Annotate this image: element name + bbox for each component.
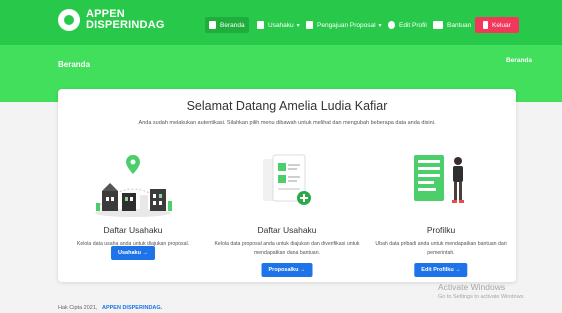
welcome-intro: Anda sudah melakukan autentikasi. Silahk… — [138, 120, 436, 126]
chevron-down-icon: ▾ — [296, 22, 300, 29]
brand-name: APPEN DISPERINDAG — [86, 8, 165, 31]
building-icon — [257, 21, 264, 29]
nav-usahaku[interactable]: Usahaku ▾ — [253, 17, 304, 33]
page-title: Beranda — [58, 60, 91, 69]
nav-pengajuan-proposal[interactable]: Pengajuan Proposal ▾ — [302, 17, 386, 33]
nav-beranda[interactable]: Beranda — [205, 17, 249, 33]
brand-logo[interactable]: APPEN DISPERINDAG — [58, 9, 165, 31]
documents-illustration — [263, 154, 311, 205]
top-navbar: APPEN DISPERINDAG Beranda Usahaku ▾ Peng… — [0, 0, 562, 45]
page-footer: Hak Cipta 2021, APPEN DISPERINDAG. — [58, 305, 163, 311]
id-card-icon — [433, 21, 443, 29]
card-title: Profilku — [426, 225, 456, 235]
activate-windows-watermark: Activate Windows Go to Settings to activ… — [438, 282, 525, 300]
logout-icon — [483, 21, 488, 29]
breadcrumb[interactable]: Beranda — [506, 57, 532, 64]
proposalku-button[interactable]: Proposalku → — [261, 263, 313, 277]
user-icon — [388, 21, 395, 29]
card-title: Daftar Usahaku — [103, 225, 163, 235]
footer-brand-link[interactable]: APPEN DISPERINDAG. — [102, 305, 162, 311]
edit-profilku-button[interactable]: Edit Profilku → — [414, 263, 468, 277]
profile-illustration — [414, 155, 464, 203]
file-icon — [306, 21, 313, 29]
card-description: Kelola data proposal anda untuk diajukan… — [214, 241, 360, 256]
nav-edit-profil[interactable]: Edit Profil — [384, 17, 431, 33]
usahaku-button[interactable]: Usahaku → — [111, 246, 155, 260]
chevron-down-icon: ▾ — [378, 22, 382, 29]
card-title: Daftar Usahaku — [257, 225, 317, 235]
welcome-card: Selamat Datang Amelia Ludia Kafiar Anda … — [58, 89, 516, 282]
logout-button[interactable]: Keluar — [475, 17, 519, 33]
card-description: Ubah data pribadi anda untuk mendapatkan… — [375, 241, 507, 256]
home-icon — [209, 21, 216, 29]
city-buildings-illustration — [95, 155, 172, 217]
logo-icon — [58, 9, 80, 31]
welcome-title: Selamat Datang Amelia Ludia Kafiar — [186, 99, 388, 113]
footer-copyright: Hak Cipta 2021 — [58, 305, 96, 311]
nav-bantuan[interactable]: Bantuan — [429, 17, 475, 33]
